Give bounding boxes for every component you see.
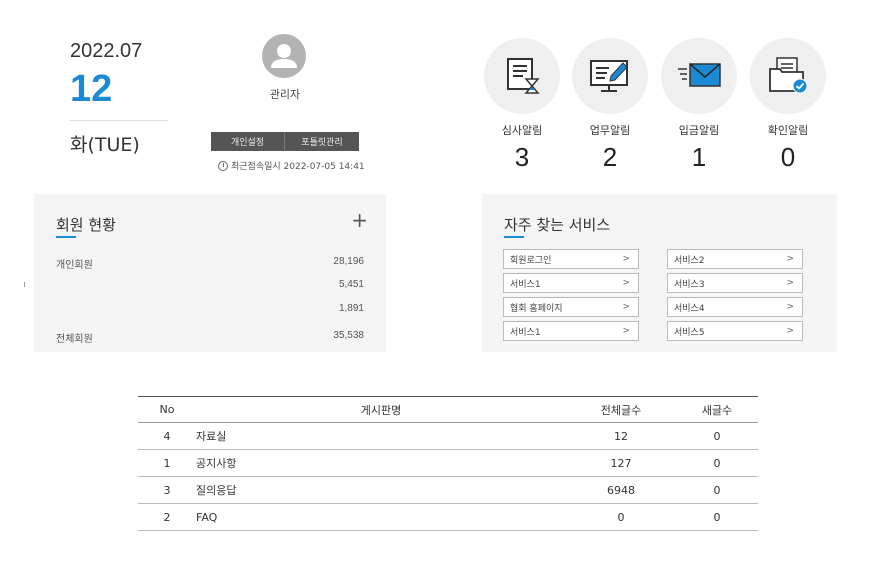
- member-row: 개인회원 28,196: [56, 256, 364, 272]
- chevron-right-icon: >: [786, 326, 794, 336]
- cell-new: 0: [676, 503, 758, 531]
- alert-label: 입금알림: [678, 124, 720, 137]
- table-row[interactable]: 2 FAQ 0 0: [138, 503, 758, 531]
- service-button[interactable]: 서비스1 >: [503, 273, 639, 293]
- date-divider: [70, 120, 168, 121]
- cell-new: 0: [676, 422, 758, 450]
- member-label: 전체회원: [56, 334, 93, 345]
- cell-board-name[interactable]: 공지사항: [196, 449, 566, 477]
- service-label: 서비스3: [674, 279, 705, 290]
- cell-no: 1: [138, 449, 196, 477]
- service-label: 협회 홈페이지: [510, 303, 563, 314]
- service-button[interactable]: 서비스4 >: [667, 297, 803, 317]
- cell-no: 3: [138, 476, 196, 504]
- cell-total: 6948: [566, 476, 676, 504]
- alert-label: 심사알림: [501, 124, 543, 137]
- column-header-new-posts: 새글수: [676, 396, 758, 423]
- service-label: 서비스1: [510, 279, 541, 290]
- alert-review[interactable]: 심사알림 3: [484, 38, 560, 173]
- service-button-member-login[interactable]: 회원로그인 >: [503, 249, 639, 269]
- service-button-homepage[interactable]: 협회 홈페이지 >: [503, 297, 639, 317]
- cell-new: 0: [676, 449, 758, 477]
- service-button[interactable]: 서비스2 >: [667, 249, 803, 269]
- panel-title: 자주 찾는 서비스: [504, 216, 611, 234]
- personal-settings-button[interactable]: 개인설정: [211, 132, 285, 151]
- alert-task[interactable]: 업무알림 2: [572, 38, 648, 173]
- member-row: 1,891: [56, 303, 364, 319]
- cell-board-name[interactable]: FAQ: [196, 503, 566, 531]
- alert-deposit[interactable]: 입금알림 1: [661, 38, 737, 173]
- avatar: [262, 34, 306, 78]
- service-label: 서비스2: [674, 255, 705, 266]
- table-row[interactable]: 3 질의응답 6948 0: [138, 476, 758, 504]
- member-status-panel: 회원 현황 + 개인회원 28,196 5,451 1,891 전체회원 35,…: [34, 194, 386, 352]
- member-row: 5,451: [56, 279, 364, 295]
- member-value: 35,538: [333, 330, 364, 341]
- chevron-right-icon: >: [622, 278, 630, 288]
- edge-tick: [24, 282, 25, 287]
- last-login-text: 최근접속일시 2022-07-05 14:41: [231, 162, 365, 172]
- member-row-total: 전체회원 35,538: [56, 330, 364, 346]
- clock-icon: [218, 160, 228, 171]
- cell-no: 4: [138, 422, 196, 450]
- chevron-right-icon: >: [786, 254, 794, 264]
- member-label: 개인회원: [56, 260, 93, 271]
- date-weekday: 화(TUE): [70, 134, 140, 156]
- table-row[interactable]: 1 공지사항 127 0: [138, 449, 758, 477]
- alert-count: 0: [780, 142, 796, 172]
- folder-check-icon: [769, 57, 808, 94]
- last-login: 최근접속일시 2022-07-05 14:41: [218, 159, 365, 172]
- add-button[interactable]: +: [351, 208, 368, 232]
- cell-board-name[interactable]: 자료실: [196, 422, 566, 450]
- cell-total: 0: [566, 503, 676, 531]
- column-header-board-name: 게시판명: [196, 396, 566, 423]
- board-table: No 게시판명 전체글수 새글수 4 자료실 12 0 1 공지사항 127 0…: [138, 396, 758, 531]
- admin-button-group: 개인설정 포틀릿관리: [211, 132, 359, 151]
- cell-no: 2: [138, 503, 196, 531]
- date-year-month: 2022.07: [70, 40, 143, 62]
- table-header-row: No 게시판명 전체글수 새글수: [138, 396, 758, 423]
- document-hourglass-icon: [507, 58, 540, 94]
- chevron-right-icon: >: [622, 302, 630, 312]
- column-header-total-posts: 전체글수: [566, 396, 676, 423]
- admin-name: 관리자: [269, 88, 301, 101]
- alert-label: 확인알림: [767, 124, 809, 137]
- service-label: 회원로그인: [510, 255, 552, 266]
- portlet-management-button[interactable]: 포틀릿관리: [285, 132, 359, 151]
- service-label: 서비스4: [674, 303, 705, 314]
- service-button[interactable]: 서비스3 >: [667, 273, 803, 293]
- table-row[interactable]: 4 자료실 12 0: [138, 422, 758, 450]
- envelope-icon: [678, 63, 721, 87]
- frequent-services-panel: 자주 찾는 서비스 회원로그인 > 서비스1 > 협회 홈페이지 > 서비스1 …: [482, 194, 837, 352]
- panel-title: 회원 현황: [56, 216, 116, 234]
- cell-total: 12: [566, 422, 676, 450]
- date-day: 12: [70, 68, 113, 110]
- member-value: 1,891: [338, 303, 364, 314]
- member-value: 28,196: [333, 256, 364, 267]
- service-button[interactable]: 서비스5 >: [667, 321, 803, 341]
- user-icon: [271, 44, 297, 68]
- title-underline: [56, 236, 76, 238]
- chevron-right-icon: >: [622, 254, 630, 264]
- monitor-pen-icon: [590, 60, 628, 92]
- member-value: 5,451: [338, 279, 364, 290]
- chevron-right-icon: >: [786, 278, 794, 288]
- cell-total: 127: [566, 449, 676, 477]
- alert-count: 2: [602, 142, 618, 172]
- title-underline: [504, 236, 524, 238]
- alert-count: 1: [691, 142, 707, 172]
- service-label: 서비스1: [510, 327, 541, 338]
- service-button[interactable]: 서비스1 >: [503, 321, 639, 341]
- chevron-right-icon: >: [786, 302, 794, 312]
- cell-board-name[interactable]: 질의응답: [196, 476, 566, 504]
- alert-confirm[interactable]: 확인알림 0: [750, 38, 826, 173]
- cell-new: 0: [676, 476, 758, 504]
- chevron-right-icon: >: [622, 326, 630, 336]
- service-label: 서비스5: [674, 327, 705, 338]
- alert-label: 업무알림: [589, 124, 631, 137]
- alert-count: 3: [514, 142, 530, 172]
- column-header-no: No: [138, 396, 196, 423]
